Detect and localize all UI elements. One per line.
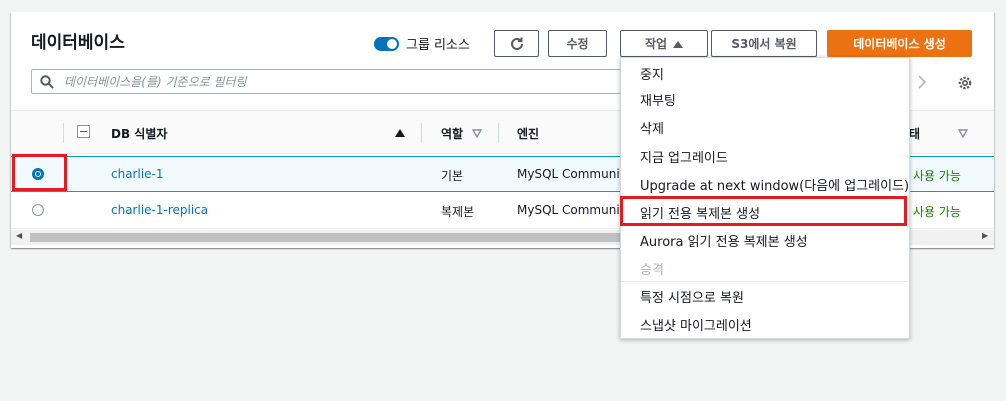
- menu-item-migrate-snapshot[interactable]: 스냅샷 마이그레이션: [621, 310, 909, 338]
- header-db-identifier[interactable]: DB 식별자: [111, 125, 167, 142]
- column-separator: [63, 123, 64, 143]
- menu-item-reboot[interactable]: 재부팅: [621, 85, 909, 113]
- menu-item-create-aurora-replica[interactable]: Aurora 읽기 전용 복제본 생성: [621, 226, 909, 254]
- group-resources-toggle[interactable]: 그룹 리소스: [374, 34, 470, 53]
- engine-cell: MySQL Communit: [517, 167, 625, 181]
- sort-desc-icon[interactable]: [471, 127, 483, 142]
- toggle-label: 그룹 리소스: [406, 38, 470, 53]
- restore-from-s3-button[interactable]: S3에서 복원: [711, 30, 817, 57]
- column-separator: [498, 123, 499, 143]
- row-radio[interactable]: [32, 204, 44, 216]
- chevron-right-icon[interactable]: [917, 74, 927, 93]
- header-engine[interactable]: 엔진: [517, 125, 539, 142]
- menu-item-upgrade-now[interactable]: 지금 업그레이드: [621, 142, 909, 170]
- menu-item-restore-point-in-time[interactable]: 특정 시점으로 복원: [621, 282, 909, 310]
- menu-item-stop[interactable]: 중지: [621, 59, 909, 87]
- caret-up-icon: [673, 40, 684, 48]
- scroll-right-icon[interactable]: ▶: [982, 231, 988, 240]
- status-cell: 사용 가능: [913, 169, 961, 183]
- gear-icon[interactable]: [957, 75, 973, 95]
- scrollbar-thumb[interactable]: [30, 233, 620, 242]
- menu-item-delete[interactable]: 삭제: [621, 113, 909, 141]
- engine-cell: MySQL Communit: [517, 203, 625, 217]
- actions-label: 작업: [644, 37, 668, 51]
- filter-input[interactable]: [62, 73, 620, 90]
- refresh-icon: [510, 37, 523, 50]
- role-cell: 기본: [441, 169, 464, 183]
- create-db-label: 데이터베이스 생성: [853, 37, 946, 51]
- menu-item-upgrade-next-window[interactable]: Upgrade at next window(다음에 업그레이드): [621, 170, 909, 198]
- filter-search[interactable]: [31, 69, 621, 94]
- create-database-button[interactable]: 데이터베이스 생성: [827, 30, 972, 57]
- page-title: 데이터베이스: [31, 33, 125, 53]
- scroll-left-icon[interactable]: ◀: [16, 231, 22, 240]
- expand-all-icon[interactable]: [77, 125, 90, 138]
- db-identifier-link[interactable]: charlie-1: [111, 167, 164, 181]
- column-separator: [421, 123, 422, 143]
- actions-button[interactable]: 작업: [620, 30, 708, 57]
- header-role[interactable]: 역할: [441, 125, 463, 142]
- db-identifier-link[interactable]: charlie-1-replica: [111, 203, 208, 217]
- sort-desc-icon[interactable]: [957, 127, 969, 142]
- role-cell: 복제본: [441, 205, 475, 219]
- header-status[interactable]: 태: [909, 125, 920, 142]
- refresh-button[interactable]: [494, 30, 539, 57]
- annotation-highlight-radio: [12, 154, 67, 191]
- menu-item-promote: 승격: [640, 262, 664, 278]
- modify-button[interactable]: 수정: [548, 30, 607, 57]
- annotation-highlight-menu-item: [620, 196, 907, 226]
- restore-s3-label: S3에서 복원: [731, 37, 797, 51]
- modify-label: 수정: [566, 37, 589, 51]
- sort-asc-icon[interactable]: [395, 126, 405, 141]
- status-cell: 사용 가능: [913, 205, 961, 219]
- toggle-switch[interactable]: [374, 36, 399, 51]
- search-icon: [40, 74, 54, 89]
